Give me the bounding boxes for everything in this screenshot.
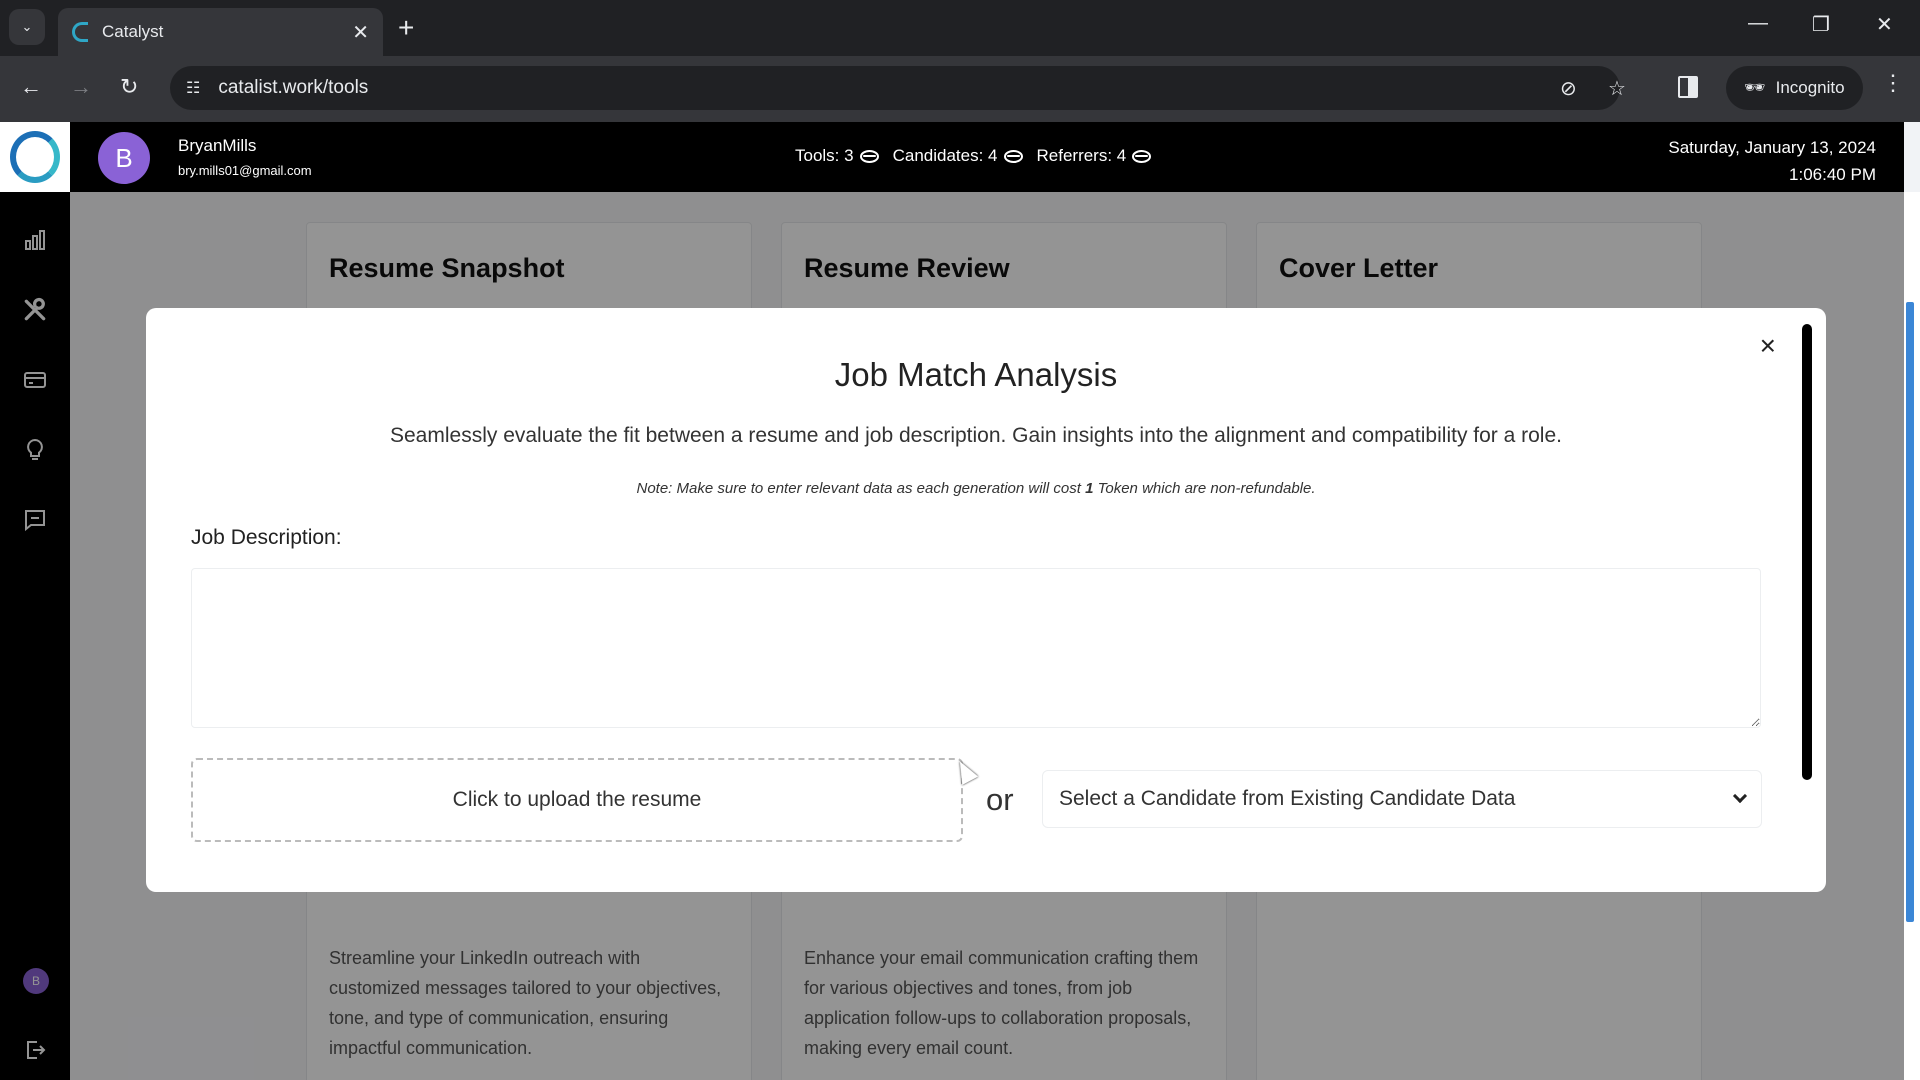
candidate-select-value: Select a Candidate from Existing Candida…: [1059, 787, 1516, 810]
stat-tools: Tools: 3: [795, 146, 879, 166]
minimize-icon[interactable]: —: [1748, 12, 1768, 35]
incognito-button[interactable]: 🕶 Incognito: [1726, 66, 1863, 110]
or-separator: or: [986, 782, 1014, 817]
stat-candidates: Candidates: 4: [893, 146, 1023, 166]
catalyst-favicon-icon: [72, 22, 88, 42]
more-menu-icon[interactable]: ⋮: [1882, 70, 1904, 96]
logo-icon: [10, 131, 60, 183]
eye-off-icon[interactable]: ⊘: [1560, 76, 1577, 101]
stat-candidates-label: Candidates: 4: [892, 146, 998, 165]
url-text[interactable]: catalist.work/tools: [218, 77, 368, 99]
site-info-icon[interactable]: ☷: [186, 78, 200, 98]
new-tab-icon[interactable]: +: [398, 12, 414, 44]
tab-title: Catalyst: [102, 22, 164, 41]
current-date: Saturday, January 13, 2024: [1668, 138, 1876, 157]
modal-subtitle: Seamlessly evaluate the fit between a re…: [390, 424, 1562, 447]
incognito-icon: 🕶: [1744, 78, 1766, 97]
address-bar[interactable]: ☷ catalist.work/tools ⊘ ☆: [170, 66, 1626, 110]
upload-resume-dropzone[interactable]: Click to upload the resume: [191, 758, 963, 842]
job-description-label: Job Description:: [191, 526, 342, 549]
page-scrollbar-thumb[interactable]: [1906, 302, 1914, 922]
page-scrollbar[interactable]: [1904, 192, 1920, 1080]
tab-search-icon[interactable]: ⌄: [9, 9, 45, 45]
app-header: B BryanMills bry.mills01@gmail.com Tools…: [70, 122, 1904, 192]
coin-icon: [1132, 149, 1152, 163]
token-note: Note: Make sure to enter relevant data a…: [146, 480, 1806, 497]
coin-icon: [1003, 149, 1023, 163]
forward-icon[interactable]: →: [70, 74, 92, 100]
restore-icon[interactable]: ❐: [1812, 12, 1830, 37]
stat-referrers-label: Referrers: 4: [1036, 146, 1127, 165]
user-email: bry.mills01@gmail.com: [178, 163, 312, 178]
note-suffix: Token which are non-refundable.: [1093, 480, 1316, 497]
browser-tabstrip: ⌄ Catalyst ✕ + — ❐ ✕: [0, 0, 1920, 56]
datetime: Saturday, January 13, 2024 1:06:40 PM: [1668, 134, 1876, 188]
incognito-label: Incognito: [1775, 78, 1845, 97]
stat-referrers: Referrers: 4: [1037, 146, 1152, 166]
candidate-select[interactable]: Select a Candidate from Existing Candida…: [1042, 770, 1762, 828]
coin-icon: [859, 149, 879, 163]
browser-toolbar: ← → ↻ ☷ catalist.work/tools ⊘ ☆ 🕶 Incogn…: [0, 56, 1920, 122]
back-icon[interactable]: ←: [20, 74, 42, 100]
catalyst-logo[interactable]: [0, 122, 70, 192]
tab-close-icon[interactable]: ✕: [352, 20, 369, 45]
stat-tools-label: Tools: 3: [795, 146, 854, 165]
upload-resume-label: Click to upload the resume: [452, 788, 702, 811]
user-name: BryanMills: [178, 136, 257, 155]
token-stats: Tools: 3 Candidates: 4 Referrers: 4: [795, 146, 1152, 166]
note-prefix: Note: Make sure to enter relevant data a…: [636, 480, 1086, 497]
job-match-modal: × Job Match Analysis Seamlessly evaluate…: [146, 308, 1826, 892]
star-icon[interactable]: ☆: [1608, 76, 1626, 101]
chevron-down-icon: [1732, 788, 1748, 804]
browser-tab[interactable]: Catalyst ✕: [58, 8, 383, 56]
current-time: 1:06:40 PM: [1789, 165, 1876, 184]
reload-icon[interactable]: ↻: [120, 74, 138, 100]
side-panel-icon[interactable]: [1678, 76, 1698, 98]
modal-title: Job Match Analysis: [834, 356, 1118, 393]
window-close-icon[interactable]: ✕: [1876, 12, 1893, 37]
avatar[interactable]: B: [98, 132, 150, 184]
job-description-input[interactable]: [191, 568, 1761, 728]
